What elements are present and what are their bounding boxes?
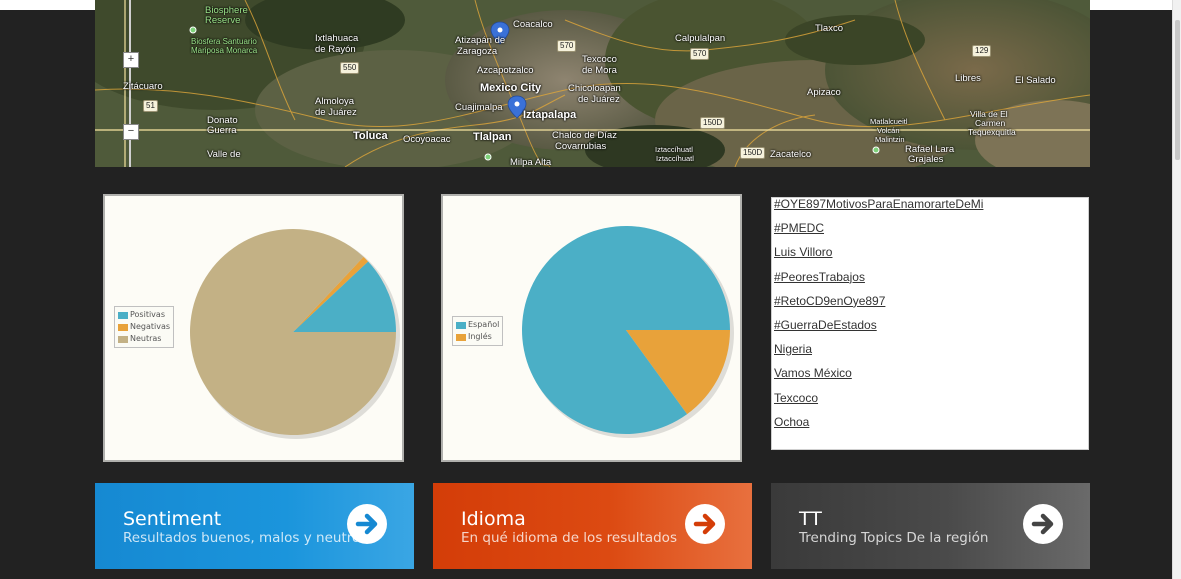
map-label: Tlalpan (473, 131, 512, 143)
trending-topic-link[interactable]: #PMEDC (774, 222, 1086, 246)
map-label: Mexico City (480, 82, 542, 94)
legend-item: Inglés (456, 331, 499, 343)
map-label: Coacalco (513, 19, 553, 30)
arrow-right-icon[interactable] (685, 504, 725, 544)
map-label: de Juárez (315, 107, 357, 118)
map-label: Cuajimalpa (455, 102, 503, 113)
tt-tile[interactable]: TT Trending Topics De la región (771, 483, 1090, 569)
sentiment-tile[interactable]: Sentiment Resultados buenos, malos y neu… (95, 483, 414, 569)
highway-shield: 570 (690, 48, 710, 60)
highway-shield: 550 (340, 62, 360, 74)
scrollbar-thumb[interactable] (1175, 20, 1180, 160)
legend-label: Neutras (130, 334, 162, 343)
map-label: Covarrubias (555, 141, 607, 152)
legend-swatch (118, 335, 128, 343)
map-label: Volcán (877, 126, 900, 135)
idioma-tile[interactable]: Idioma En qué idioma de los resultados (433, 483, 752, 569)
map-label: Ocoyoacac (403, 134, 451, 145)
highway-shield: 150D (700, 117, 726, 129)
highway-shield: 129 (972, 45, 992, 57)
sentiment-chart-panel: Positivas Negativas Neutras (103, 194, 404, 462)
map-label: Libres (955, 73, 981, 84)
trending-topic-link[interactable]: #PeoresTrabajos (774, 271, 1086, 295)
map-label: Iztapalapa (523, 109, 577, 121)
map-label: Guerra (207, 125, 237, 136)
map-label: Atizapán de (455, 35, 506, 46)
map-label: Biosfera Santuario (191, 37, 257, 46)
map-label: Chalco de Díaz (552, 130, 617, 141)
map-label: Milpa Alta (510, 157, 552, 167)
highway-shield: 150D (740, 147, 766, 159)
map-label: Tequexquitla (968, 127, 1016, 137)
highway-shield: 51 (143, 100, 158, 112)
map-label: Toluca (353, 130, 388, 142)
legend-label: Español (468, 320, 500, 329)
arrow-right-icon[interactable] (347, 504, 387, 544)
legend-swatch (118, 311, 128, 319)
map-label: Ixtlahuaca (315, 33, 359, 44)
legend-label: Negativas (130, 322, 171, 331)
legend-item: Español (456, 319, 499, 331)
trending-topic-link[interactable]: Ochoa (774, 416, 1086, 440)
trending-topics-panel: #OYE897MotivosParaEnamorarteDeMi #PMEDC … (771, 197, 1089, 450)
map-label: Matlalcueitl (870, 117, 908, 126)
sentiment-legend: Positivas Negativas Neutras (114, 306, 175, 348)
map-label: Mariposa Monarca (191, 46, 258, 55)
zoom-out-button[interactable]: − (123, 124, 139, 140)
legend-label: Positivas (130, 310, 165, 319)
map-label: Tlaxco (815, 23, 843, 34)
legend-swatch (456, 321, 466, 329)
map-label: Almoloya (315, 96, 355, 107)
highway-shield: 570 (557, 40, 577, 52)
trending-topic-link[interactable]: Texcoco (774, 391, 1086, 416)
language-chart-panel: Español Inglés (441, 194, 742, 462)
map-label: Apizaco (807, 87, 841, 98)
trending-topic-link[interactable]: #GuerraDeEstados (774, 319, 1086, 343)
legend-item: Neutras (118, 333, 170, 345)
legend-item: Negativas (118, 321, 170, 333)
zoom-in-button[interactable]: + (123, 52, 139, 68)
map-label: Zacatelco (770, 149, 812, 160)
legend-swatch (118, 323, 128, 331)
map-label: Reserve (205, 15, 241, 26)
map-label: Malintzin (875, 135, 905, 144)
map-label: Iztaccíhuatl (655, 145, 693, 154)
map-label: Calpulalpan (675, 33, 726, 44)
legend-label: Inglés (468, 332, 492, 341)
trending-topic-link[interactable]: Luis Villoro (774, 246, 1086, 270)
map-label: Azcapotzalco (477, 65, 534, 76)
map-label: El Salado (1015, 75, 1056, 86)
legend-item: Positivas (118, 309, 170, 321)
map-label: de Juárez (578, 94, 620, 105)
region-map[interactable]: + − Biosphere Reserve Biosfera Santuario… (95, 0, 1090, 167)
arrow-right-icon[interactable] (1023, 504, 1063, 544)
map-label: Chicoloapan (568, 83, 621, 94)
map-label: Zitácuaro (123, 81, 163, 92)
trending-topic-link[interactable]: #RetoCD9enOye897 (774, 295, 1086, 319)
map-label: de Rayón (315, 44, 356, 55)
trending-topic-link[interactable]: Vamos México (774, 367, 1086, 391)
trending-topic-link[interactable]: Nigeria (774, 343, 1086, 367)
map-label: Texcoco (582, 54, 617, 65)
trending-topic-link[interactable]: #OYE897MotivosParaEnamorarteDeMi (774, 198, 1086, 222)
map-label: de Mora (582, 65, 617, 76)
map-label: Zaragoza (457, 46, 498, 57)
map-label: Grajales (908, 154, 944, 165)
map-label: Valle de (207, 149, 241, 160)
legend-swatch (456, 333, 466, 341)
map-label: Iztaccíhuatl (656, 154, 694, 163)
language-legend: Español Inglés (452, 316, 504, 346)
